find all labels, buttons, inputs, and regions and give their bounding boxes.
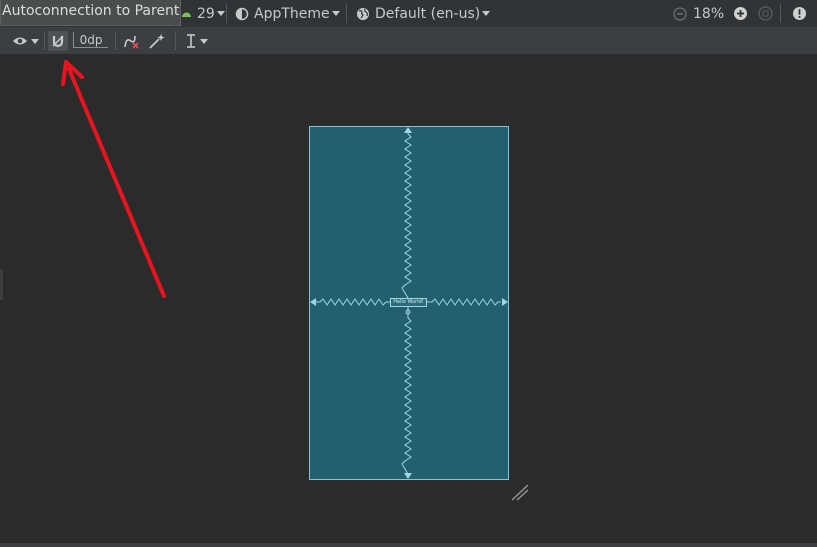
constraint-overlay bbox=[61, 60, 529, 501]
annotation-arrow bbox=[61, 60, 166, 298]
constraint-left bbox=[316, 298, 390, 306]
constraint-right-arrow bbox=[502, 298, 508, 306]
constraint-right bbox=[427, 298, 501, 306]
constraint-top-arrow bbox=[404, 127, 412, 133]
resize-handle-icon bbox=[511, 484, 529, 501]
constraint-bottom-arrow bbox=[404, 473, 412, 479]
constraint-left-arrow bbox=[310, 298, 316, 306]
hello-world-textview[interactable]: Hello World! bbox=[390, 298, 427, 307]
bottom-border bbox=[0, 543, 817, 547]
constraint-top bbox=[401, 131, 412, 299]
left-panel-edge bbox=[0, 270, 3, 300]
constraint-bottom bbox=[401, 307, 412, 475]
